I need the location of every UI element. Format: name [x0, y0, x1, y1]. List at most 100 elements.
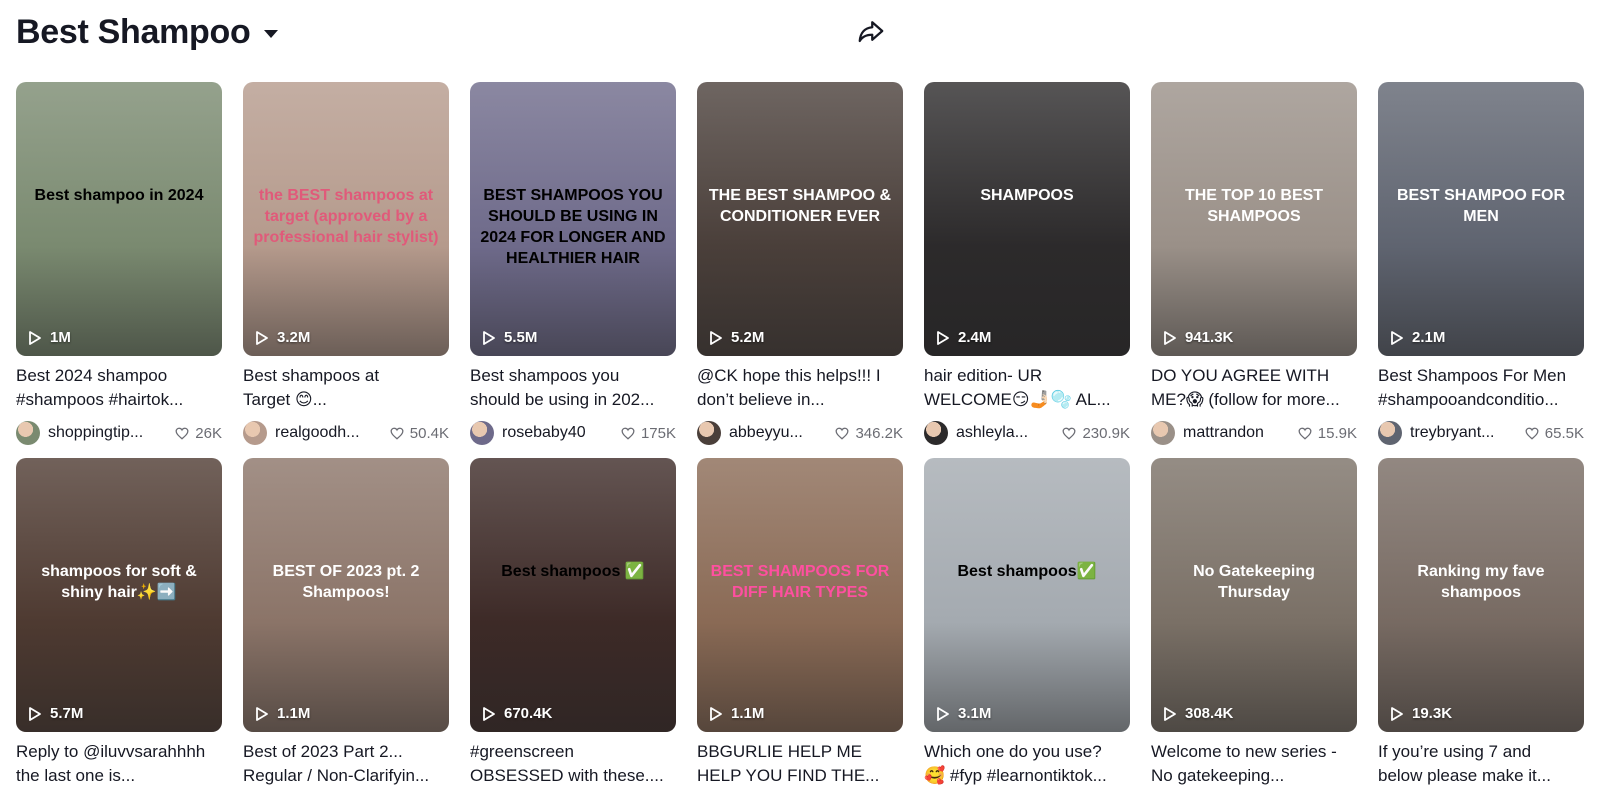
- video-thumbnail[interactable]: BEST SHAMPOOS FOR DIFF HAIR TYPES 1.1M: [697, 458, 903, 732]
- caption-line-1: If you’re using 7 and: [1378, 742, 1532, 761]
- avatar[interactable]: [924, 421, 948, 445]
- video-thumbnail[interactable]: BEST SHAMPOOS YOU SHOULD BE USING IN 202…: [470, 82, 676, 356]
- caption-line-2: don’t believe in...: [697, 390, 825, 409]
- avatar[interactable]: [697, 421, 721, 445]
- video-card[interactable]: SHAMPOOS 2.4M hair edition- UR WELCOME😏🤳…: [924, 82, 1130, 448]
- thumbnail-overlay-text: BEST SHAMPOO FOR MEN: [1396, 187, 1565, 225]
- view-count: 1.1M: [709, 705, 764, 722]
- view-count-text: 5.2M: [731, 329, 765, 346]
- video-card[interactable]: THE BEST SHAMPOO & CONDITIONER EVER 5.2M…: [697, 82, 903, 448]
- username[interactable]: realgoodh...: [275, 424, 384, 442]
- video-caption[interactable]: DO YOU AGREE WITH ME?😱 (follow for more.…: [1151, 364, 1357, 412]
- play-icon: [710, 330, 722, 345]
- video-card[interactable]: Best shampoos ✅ 670.4K #greenscreen OBSE…: [470, 458, 676, 788]
- thumbnail-overlay-text: Best shampoo in 2024: [34, 187, 204, 205]
- thumbnail-overlay-text: shampoos for soft & shiny hair✨➡️: [41, 563, 197, 601]
- video-thumbnail[interactable]: shampoos for soft & shiny hair✨➡️ 5.7M: [16, 458, 222, 732]
- video-thumbnail[interactable]: Ranking my fave shampoos 19.3K: [1378, 458, 1584, 732]
- play-icon: [483, 330, 495, 345]
- video-thumbnail[interactable]: Best shampoos ✅ 670.4K: [470, 458, 676, 732]
- view-count-text: 5.7M: [50, 705, 84, 722]
- caption-line-2: Target 😊...: [243, 390, 327, 409]
- view-count: 1.1M: [255, 705, 310, 722]
- caption-line-1: Best shampoos at: [243, 366, 380, 385]
- video-caption[interactable]: Best 2024 shampoo #shampoos #hairtok...: [16, 364, 222, 412]
- avatar[interactable]: [1151, 421, 1175, 445]
- video-caption[interactable]: BBGURLIE HELP ME HELP YOU FIND THE...: [697, 740, 903, 788]
- video-caption[interactable]: hair edition- UR WELCOME😏🤳🏻🫧 AL...: [924, 364, 1130, 412]
- like-count-text: 175K: [640, 424, 676, 442]
- thumbnail-overlay-text: SHAMPOOS: [980, 187, 1074, 205]
- video-caption[interactable]: Best shampoos you should be using in 202…: [470, 364, 676, 412]
- video-card[interactable]: Best shampoo in 2024 1M Best 2024 shampo…: [16, 82, 222, 448]
- video-card[interactable]: shampoos for soft & shiny hair✨➡️ 5.7M R…: [16, 458, 222, 788]
- view-count-text: 308.4K: [1185, 705, 1234, 722]
- video-thumbnail[interactable]: No Gatekeeping Thursday 308.4K: [1151, 458, 1357, 732]
- avatar[interactable]: [16, 421, 40, 445]
- caption-line-1: Welcome to new series -: [1151, 742, 1337, 761]
- video-card[interactable]: BEST SHAMPOOS YOU SHOULD BE USING IN 202…: [470, 82, 676, 448]
- video-meta: realgoodh... 50.4K: [243, 418, 449, 448]
- video-caption[interactable]: @CK hope this helps!!! I don’t believe i…: [697, 364, 903, 412]
- video-thumbnail[interactable]: BEST SHAMPOO FOR MEN 2.1M: [1378, 82, 1584, 356]
- avatar[interactable]: [1378, 421, 1402, 445]
- play-icon: [937, 706, 949, 721]
- view-count-text: 19.3K: [1412, 705, 1453, 722]
- view-count: 941.3K: [1163, 329, 1233, 346]
- video-card[interactable]: Ranking my fave shampoos 19.3K If you’re…: [1378, 458, 1584, 788]
- video-thumbnail[interactable]: Best shampoo in 2024 1M: [16, 82, 222, 356]
- view-count: 670.4K: [482, 705, 552, 722]
- video-meta: ashleyla... 230.9K: [924, 418, 1130, 448]
- video-caption[interactable]: Best shampoos at Target 😊...: [243, 364, 449, 412]
- play-icon: [29, 706, 41, 721]
- username[interactable]: abbeyyu...: [729, 424, 829, 442]
- caption-line-2: No gatekeeping...: [1151, 766, 1285, 785]
- like-count: 15.9K: [1298, 425, 1357, 442]
- video-card[interactable]: No Gatekeeping Thursday 308.4K Welcome t…: [1151, 458, 1357, 788]
- caption-line-2: below please make it...: [1378, 766, 1551, 785]
- avatar[interactable]: [243, 421, 267, 445]
- title-dropdown-icon[interactable]: [264, 30, 279, 38]
- username[interactable]: treybryant...: [1410, 424, 1519, 442]
- video-card[interactable]: THE TOP 10 BEST SHAMPOOS 941.3K DO YOU A…: [1151, 82, 1357, 448]
- view-count: 19.3K: [1390, 705, 1452, 722]
- username[interactable]: mattrandon: [1183, 424, 1292, 442]
- video-card[interactable]: BEST SHAMPOOS FOR DIFF HAIR TYPES 1.1M B…: [697, 458, 903, 788]
- video-caption[interactable]: #greenscreen OBSESSED with these....: [470, 740, 676, 788]
- video-caption[interactable]: Welcome to new series - No gatekeeping..…: [1151, 740, 1357, 788]
- view-count: 5.2M: [709, 329, 764, 346]
- video-card[interactable]: BEST OF 2023 pt. 2 Shampoos! 1.1M Best o…: [243, 458, 449, 788]
- video-caption[interactable]: Best Shampoos For Men #shampooandconditi…: [1378, 364, 1584, 412]
- like-count-text: 26K: [195, 424, 222, 442]
- caption-line-2: Regular / Non-Clarifyin...: [243, 766, 430, 785]
- video-card[interactable]: the BEST shampoos at target (approved by…: [243, 82, 449, 448]
- video-caption[interactable]: Reply to @iluvvsarahhhh the last one is.…: [16, 740, 222, 788]
- caption-line-2: the last one is...: [16, 766, 136, 785]
- share-icon[interactable]: [856, 16, 886, 46]
- video-thumbnail[interactable]: THE BEST SHAMPOO & CONDITIONER EVER 5.2M: [697, 82, 903, 356]
- video-thumbnail[interactable]: SHAMPOOS 2.4M: [924, 82, 1130, 356]
- video-thumbnail[interactable]: BEST OF 2023 pt. 2 Shampoos! 1.1M: [243, 458, 449, 732]
- video-caption[interactable]: Best of 2023 Part 2... Regular / Non-Cla…: [243, 740, 449, 788]
- like-count-text: 346.2K: [855, 424, 903, 442]
- video-thumbnail[interactable]: THE TOP 10 BEST SHAMPOOS 941.3K: [1151, 82, 1357, 356]
- video-thumbnail[interactable]: the BEST shampoos at target (approved by…: [243, 82, 449, 356]
- heart-icon: [1298, 427, 1312, 440]
- video-thumbnail[interactable]: Best shampoos✅ 3.1M: [924, 458, 1130, 732]
- username[interactable]: rosebaby40: [502, 424, 615, 442]
- video-caption[interactable]: If you’re using 7 and below please make …: [1378, 740, 1584, 788]
- video-card[interactable]: Best shampoos✅ 3.1M Which one do you use…: [924, 458, 1130, 788]
- like-count: 26K: [175, 425, 222, 442]
- heart-icon: [621, 427, 635, 440]
- view-count-text: 3.2M: [277, 329, 311, 346]
- username[interactable]: ashleyla...: [956, 424, 1056, 442]
- play-icon: [710, 706, 722, 721]
- caption-line-1: Best 2024 shampoo: [16, 366, 168, 385]
- caption-line-1: hair edition- UR: [924, 366, 1043, 385]
- video-card[interactable]: BEST SHAMPOO FOR MEN 2.1M Best Shampoos …: [1378, 82, 1584, 448]
- heart-icon: [835, 427, 849, 440]
- avatar[interactable]: [470, 421, 494, 445]
- username[interactable]: shoppingtip...: [48, 424, 169, 442]
- video-caption[interactable]: Which one do you use? 🥰 #fyp #learnontik…: [924, 740, 1130, 788]
- video-meta: mattrandon 15.9K: [1151, 418, 1357, 448]
